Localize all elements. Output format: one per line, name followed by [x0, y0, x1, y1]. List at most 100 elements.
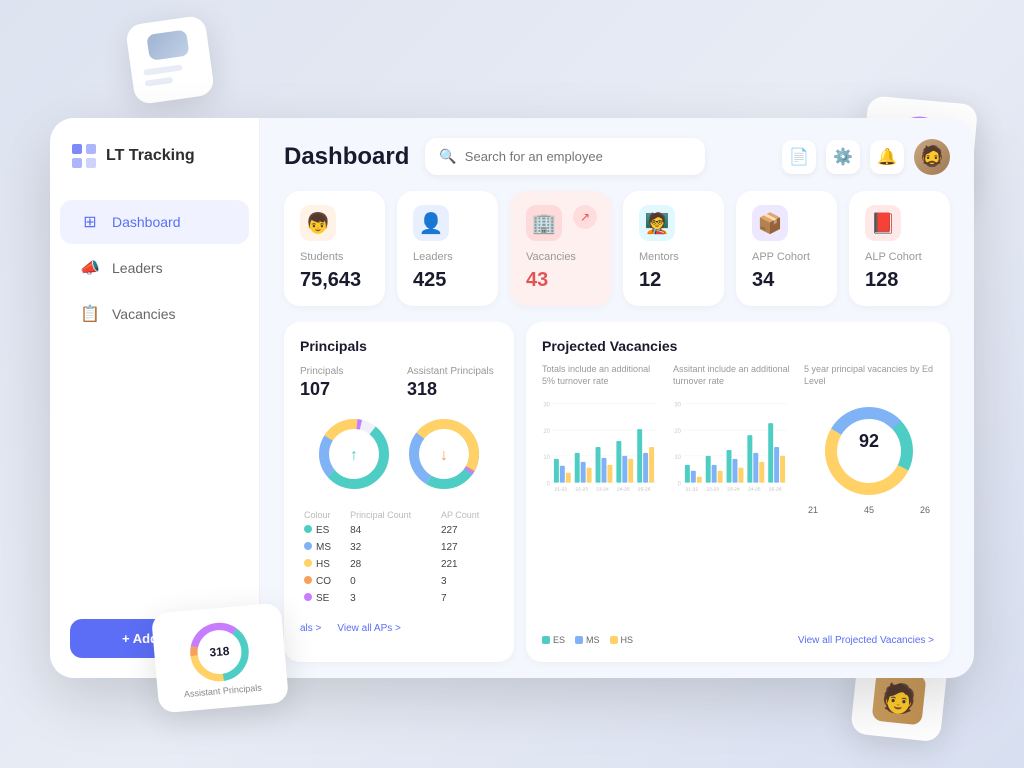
sidebar: LT Tracking ⊞ Dashboard 📣 Leaders 📋 Vaca…: [50, 118, 260, 678]
principal-donut-wrapper: ↑: [314, 414, 394, 494]
mentors-icon: 🧑‍🏫: [639, 205, 675, 241]
students-value: 75,643: [300, 269, 369, 292]
app-shell: LT Tracking ⊞ Dashboard 📣 Leaders 📋 Vaca…: [50, 118, 974, 678]
svg-text:21-22: 21-22: [555, 487, 568, 493]
chart1-subtitle: Totals include an additional 5% turnover…: [542, 364, 661, 387]
assistant-stat-value: 318: [407, 379, 498, 400]
vacancies-stat-icon: 🏢: [526, 205, 562, 241]
assistant-stat-label: Assistant Principals: [407, 366, 498, 377]
sidebar-logo: LT Tracking: [50, 142, 259, 198]
legend-row-hs: HS 28 221: [300, 556, 498, 573]
app-cohort-label: APP Cohort: [752, 251, 821, 263]
view-aps-link[interactable]: View all APs >: [337, 623, 400, 634]
legend-sq-hs: [610, 636, 618, 644]
sidebar-nav: ⊞ Dashboard 📣 Leaders 📋 Vacancies: [50, 198, 259, 609]
vac-chart-1: Totals include an additional 5% turnover…: [542, 364, 661, 621]
principals-panel: Principals Principals 107 Assistant Prin…: [284, 322, 514, 662]
legend-hs-label: HS: [621, 635, 634, 645]
svg-text:20: 20: [674, 429, 681, 435]
sidebar-item-vacancies[interactable]: 📋 Vacancies: [60, 292, 249, 336]
stat-card-alp-cohort[interactable]: 📕 ALP Cohort 128: [849, 191, 950, 306]
col-colour: Colour: [300, 508, 346, 522]
svg-text:30: 30: [674, 403, 681, 409]
app-cohort-icon: 📦: [752, 205, 788, 241]
ap-donut-chart: ↓: [404, 414, 484, 494]
dot-se: [304, 593, 312, 601]
vacancies-arrow: ↗: [573, 205, 597, 229]
float-donut-ap: 318: [182, 617, 257, 687]
search-bar[interactable]: 🔍: [425, 138, 705, 175]
svg-text:24-25: 24-25: [748, 487, 761, 493]
principals-panel-title: Principals: [300, 338, 498, 354]
notification-button[interactable]: 🔔: [870, 140, 904, 174]
svg-text:92: 92: [859, 431, 879, 451]
sidebar-item-leaders[interactable]: 📣 Leaders: [60, 246, 249, 290]
vac-charts-row: Totals include an additional 5% turnover…: [542, 364, 934, 621]
svg-text:25-26: 25-26: [769, 487, 782, 493]
projected-vacancies-title: Projected Vacancies: [542, 338, 934, 354]
stat-card-vacancies[interactable]: ↗ 🏢 Vacancies 43: [510, 191, 611, 306]
principal-donut-chart: ↑: [314, 414, 394, 494]
vacancies-label: Vacancies: [112, 306, 176, 322]
dot-hs: [304, 559, 312, 567]
projected-vacancies-panel: Projected Vacancies Totals include an ad…: [526, 322, 950, 662]
stats-row: 👦 Students 75,643 👤 Leaders 425 ↗ 🏢 Vaca…: [260, 191, 974, 322]
legend-ms-label: MS: [586, 635, 600, 645]
svg-text:↓: ↓: [440, 447, 448, 464]
main-content: Dashboard 🔍 📄 ⚙️ 🔔 🧔 👦 Students 75,643: [260, 118, 974, 678]
logo-icon: [70, 142, 98, 170]
leaders-icon: 📣: [80, 258, 100, 278]
search-input[interactable]: [465, 149, 692, 164]
svg-text:0: 0: [547, 482, 551, 488]
sidebar-item-dashboard[interactable]: ⊞ Dashboard: [60, 200, 249, 244]
legend-row-se: SE 3 7: [300, 590, 498, 607]
stat-card-app-cohort[interactable]: 📦 APP Cohort 34: [736, 191, 837, 306]
float-card-tl: [125, 15, 215, 105]
chart3-seg-45: 45: [864, 505, 874, 515]
doc-button[interactable]: 📄: [782, 140, 816, 174]
float-avatar-tl: [146, 29, 189, 60]
vac-chart-3: 5 year principal vacancies by Ed Level: [804, 364, 934, 621]
chart2-subtitle: Assitant include an additional turnover …: [673, 364, 792, 387]
svg-text:22-23: 22-23: [575, 487, 588, 493]
chart3-subtitle: 5 year principal vacancies by Ed Level: [804, 364, 934, 387]
bar-legend: ES MS HS: [542, 635, 633, 645]
settings-button[interactable]: ⚙️: [826, 140, 860, 174]
principals-stats: Principals 107 Assistant Principals 318: [300, 366, 498, 400]
donuts-row: ↑ ↓: [300, 414, 498, 494]
user-avatar[interactable]: 🧔: [914, 139, 950, 175]
legend-sq-ms: [575, 636, 583, 644]
svg-text:↑: ↑: [350, 447, 358, 464]
header-actions: 📄 ⚙️ 🔔 🧔: [782, 139, 950, 175]
col-principal: Principal Count: [346, 508, 437, 522]
legend-es: ES: [542, 635, 565, 645]
leaders-stat-label: Leaders: [413, 251, 482, 263]
svg-text:24-25: 24-25: [617, 487, 630, 493]
svg-text:23-24: 23-24: [596, 487, 609, 493]
alp-cohort-value: 128: [865, 269, 934, 292]
leaders-label: Leaders: [112, 260, 163, 276]
legend-row-ms: MS 32 127: [300, 539, 498, 556]
bar-chart-2-svg: 30 20 10 0: [673, 393, 792, 493]
search-icon: 🔍: [439, 148, 456, 165]
stat-card-students[interactable]: 👦 Students 75,643: [284, 191, 385, 306]
legend-row-es: ES 84 227: [300, 522, 498, 539]
students-label: Students: [300, 251, 369, 263]
stat-card-leaders[interactable]: 👤 Leaders 425: [397, 191, 498, 306]
principals-stat-value: 107: [300, 379, 391, 400]
stat-card-mentors[interactable]: 🧑‍🏫 Mentors 12: [623, 191, 724, 306]
float-card-assistant-principals: 318 Assistant Principals: [151, 603, 289, 714]
mentors-value: 12: [639, 269, 708, 292]
view-all-projected-link[interactable]: View all Projected Vacancies >: [798, 635, 934, 646]
svg-text:10: 10: [674, 455, 681, 461]
header: Dashboard 🔍 📄 ⚙️ 🔔 🧔: [260, 118, 974, 191]
svg-text:25-26: 25-26: [638, 487, 651, 493]
panels-row: Principals Principals 107 Assistant Prin…: [260, 322, 974, 678]
svg-text:23-24: 23-24: [727, 487, 740, 493]
view-principals-link[interactable]: als >: [300, 623, 321, 634]
bar-chart-1-svg: 30 20 10 0: [542, 393, 661, 493]
svg-text:30: 30: [543, 403, 550, 409]
legend-ms: MS: [575, 635, 600, 645]
svg-text:22-23: 22-23: [706, 487, 719, 493]
svg-text:21-22: 21-22: [686, 487, 699, 493]
